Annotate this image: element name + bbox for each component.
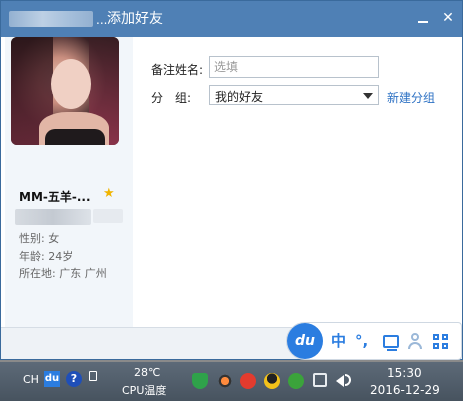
input-language-indicator[interactable]: CH xyxy=(23,373,39,386)
ime-user-icon[interactable] xyxy=(408,333,422,349)
volume-wave-icon xyxy=(345,374,351,386)
clock-date[interactable]: 2016-12-29 xyxy=(370,383,440,397)
network-icon[interactable] xyxy=(313,373,327,387)
blurred-signature xyxy=(15,209,91,225)
profile-location: 所在地: 广东 广州 xyxy=(19,267,107,280)
accelerator-icon[interactable] xyxy=(288,373,304,389)
chevron-down-icon xyxy=(363,93,373,99)
profile-gender: 性别: 女 xyxy=(19,232,60,245)
taskbar: CH du ? 28℃ CPU温度 15:30 2016-12-29 xyxy=(0,362,463,401)
remark-input[interactable] xyxy=(209,56,379,78)
add-friend-dialog: ... 添加好友 ✕ MM-五羊-... ★ 性别: 女 年龄: 24岁 所在地… xyxy=(0,0,463,360)
ime-options-icon[interactable] xyxy=(89,371,97,381)
close-icon: ✕ xyxy=(442,10,454,26)
tray-app-icon[interactable] xyxy=(217,373,233,389)
star-icon[interactable]: ★ xyxy=(103,186,115,201)
close-button[interactable]: ✕ xyxy=(440,10,456,26)
qq-icon[interactable] xyxy=(264,373,280,389)
window-title: 添加好友 xyxy=(107,11,163,27)
ime-toolbox-grid-icon[interactable] xyxy=(433,334,449,350)
clock-time[interactable]: 15:30 xyxy=(387,366,422,380)
weibo-icon[interactable] xyxy=(240,373,256,389)
ime-punctuation-toggle[interactable]: °, xyxy=(355,332,368,350)
security-shield-icon[interactable] xyxy=(192,373,208,389)
profile-nickname: MM-五羊-... xyxy=(19,190,91,204)
cpu-temperature-label: CPU温度 xyxy=(122,384,167,397)
remark-label: 备注姓名: xyxy=(151,63,204,77)
minimize-button[interactable] xyxy=(415,10,431,26)
ime-language-toggle[interactable]: 中 xyxy=(331,332,346,350)
profile-photo xyxy=(11,37,119,145)
baidu-ime-logo-icon[interactable]: du xyxy=(287,323,323,359)
profile-age: 年龄: 24岁 xyxy=(19,250,74,263)
help-icon[interactable]: ? xyxy=(66,371,82,387)
group-select[interactable]: 我的好友 xyxy=(209,85,379,105)
title-bar[interactable]: ... 添加好友 ✕ xyxy=(1,1,462,37)
new-group-link[interactable]: 新建分组 xyxy=(387,89,435,106)
minimize-icon xyxy=(418,21,428,23)
blurred-signature-tail xyxy=(93,209,123,223)
group-label: 分 组: xyxy=(151,91,192,105)
blurred-account-name xyxy=(9,11,93,27)
title-ellipsis: ... xyxy=(96,13,108,27)
ime-soft-keyboard-icon[interactable] xyxy=(383,335,399,351)
group-select-value: 我的好友 xyxy=(215,90,264,104)
baidu-ime-tray-icon[interactable]: du xyxy=(44,371,60,387)
volume-icon[interactable] xyxy=(336,375,344,387)
ime-toolbar[interactable]: du 中 °, xyxy=(286,322,462,360)
cpu-temperature-value: 28℃ xyxy=(134,366,161,379)
